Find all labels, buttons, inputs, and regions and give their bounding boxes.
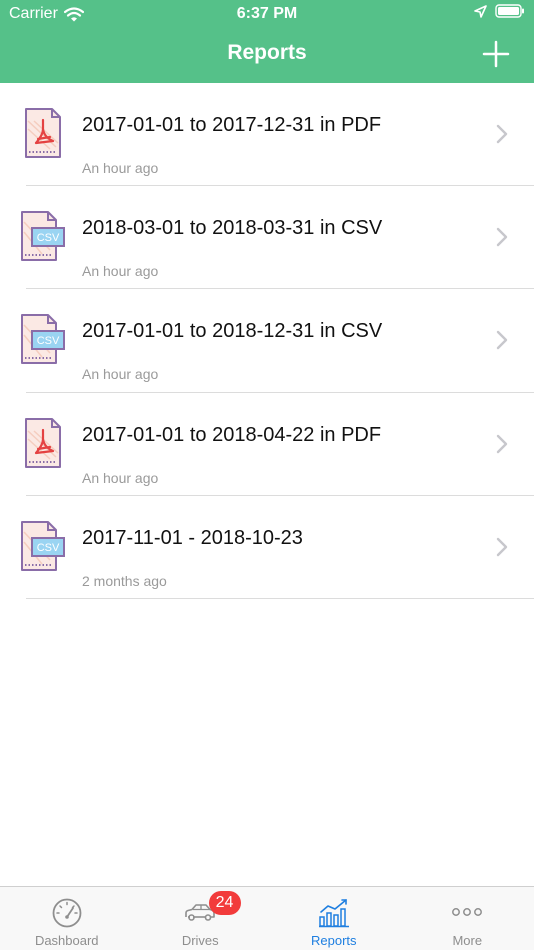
battery-icon <box>495 4 524 18</box>
tab-label: Reports <box>310 933 357 948</box>
location-arrow-icon <box>474 4 487 18</box>
pdf-file-icon <box>25 108 61 158</box>
report-time: An hour ago <box>82 366 159 383</box>
report-time: An hour ago <box>82 469 159 486</box>
chevron-right-icon <box>496 537 508 556</box>
chevron-right-icon <box>496 124 508 144</box>
report-title: 2017-01-01 to 2018-12-31 in CSV <box>82 320 383 343</box>
report-row[interactable]: 2017-01-01 to 2018-04-22 in PDF An hour … <box>0 393 534 496</box>
tab-label: More <box>452 933 483 948</box>
pdf-file-icon <box>25 417 61 468</box>
row-divider <box>26 597 534 599</box>
tab-label: Dashboard <box>34 933 99 948</box>
report-title: 2018-03-01 to 2018-03-31 in CSV <box>82 217 383 240</box>
csv-label: CSV <box>37 232 60 244</box>
report-row[interactable]: CSV 2018-03-01 to 2018-03-31 in CSV An h… <box>0 186 534 290</box>
report-row[interactable]: CSV 2017-01-01 to 2018-12-31 in CSV An h… <box>0 289 534 393</box>
bar-chart-icon <box>318 899 349 928</box>
report-list: 2017-01-01 to 2017-12-31 in PDF An hour … <box>0 83 534 599</box>
tab-more[interactable]: More <box>401 887 534 950</box>
report-title: 2017-01-01 to 2018-04-22 in PDF <box>82 423 382 446</box>
csv-file-icon: CSV <box>21 211 65 262</box>
report-time: An hour ago <box>82 263 159 280</box>
report-time: 2 months ago <box>82 572 167 589</box>
tab-bar: Dashboard 24 Drives Reports More <box>0 886 534 950</box>
header: Carrier 6:37 PM Reports <box>0 0 534 83</box>
chevron-right-icon <box>496 331 508 350</box>
csv-file-icon: CSV <box>21 520 65 571</box>
csv-file-icon: CSV <box>21 314 65 365</box>
chevron-right-icon <box>496 434 508 453</box>
report-time: An hour ago <box>82 160 159 176</box>
page-title: Reports <box>227 41 307 64</box>
report-row[interactable]: 2017-01-01 to 2017-12-31 in PDF An hour … <box>0 83 534 187</box>
report-row[interactable]: CSV 2017-11-01 - 2018-10-23 2 months ago <box>0 496 534 599</box>
status-right <box>474 4 525 18</box>
drives-count-badge: 24 <box>208 891 241 915</box>
add-report-button[interactable] <box>482 40 510 68</box>
speedometer-icon <box>52 898 82 928</box>
report-title: 2017-01-01 to 2017-12-31 in PDF <box>82 114 382 136</box>
tab-label: Drives <box>181 933 219 948</box>
chevron-right-icon <box>496 227 508 247</box>
tab-dashboard[interactable]: Dashboard <box>0 887 134 950</box>
nav-bar: Reports <box>0 28 534 83</box>
tab-reports[interactable]: Reports <box>267 887 401 950</box>
tab-drives[interactable]: 24 Drives <box>134 887 268 950</box>
status-time: 6:37 PM <box>236 5 298 22</box>
status-bar: Carrier 6:37 PM <box>0 0 534 28</box>
csv-label: CSV <box>37 335 60 347</box>
csv-label: CSV <box>37 542 60 554</box>
more-dots-icon <box>452 908 483 916</box>
report-title: 2017-11-01 - 2018-10-23 <box>82 526 303 549</box>
